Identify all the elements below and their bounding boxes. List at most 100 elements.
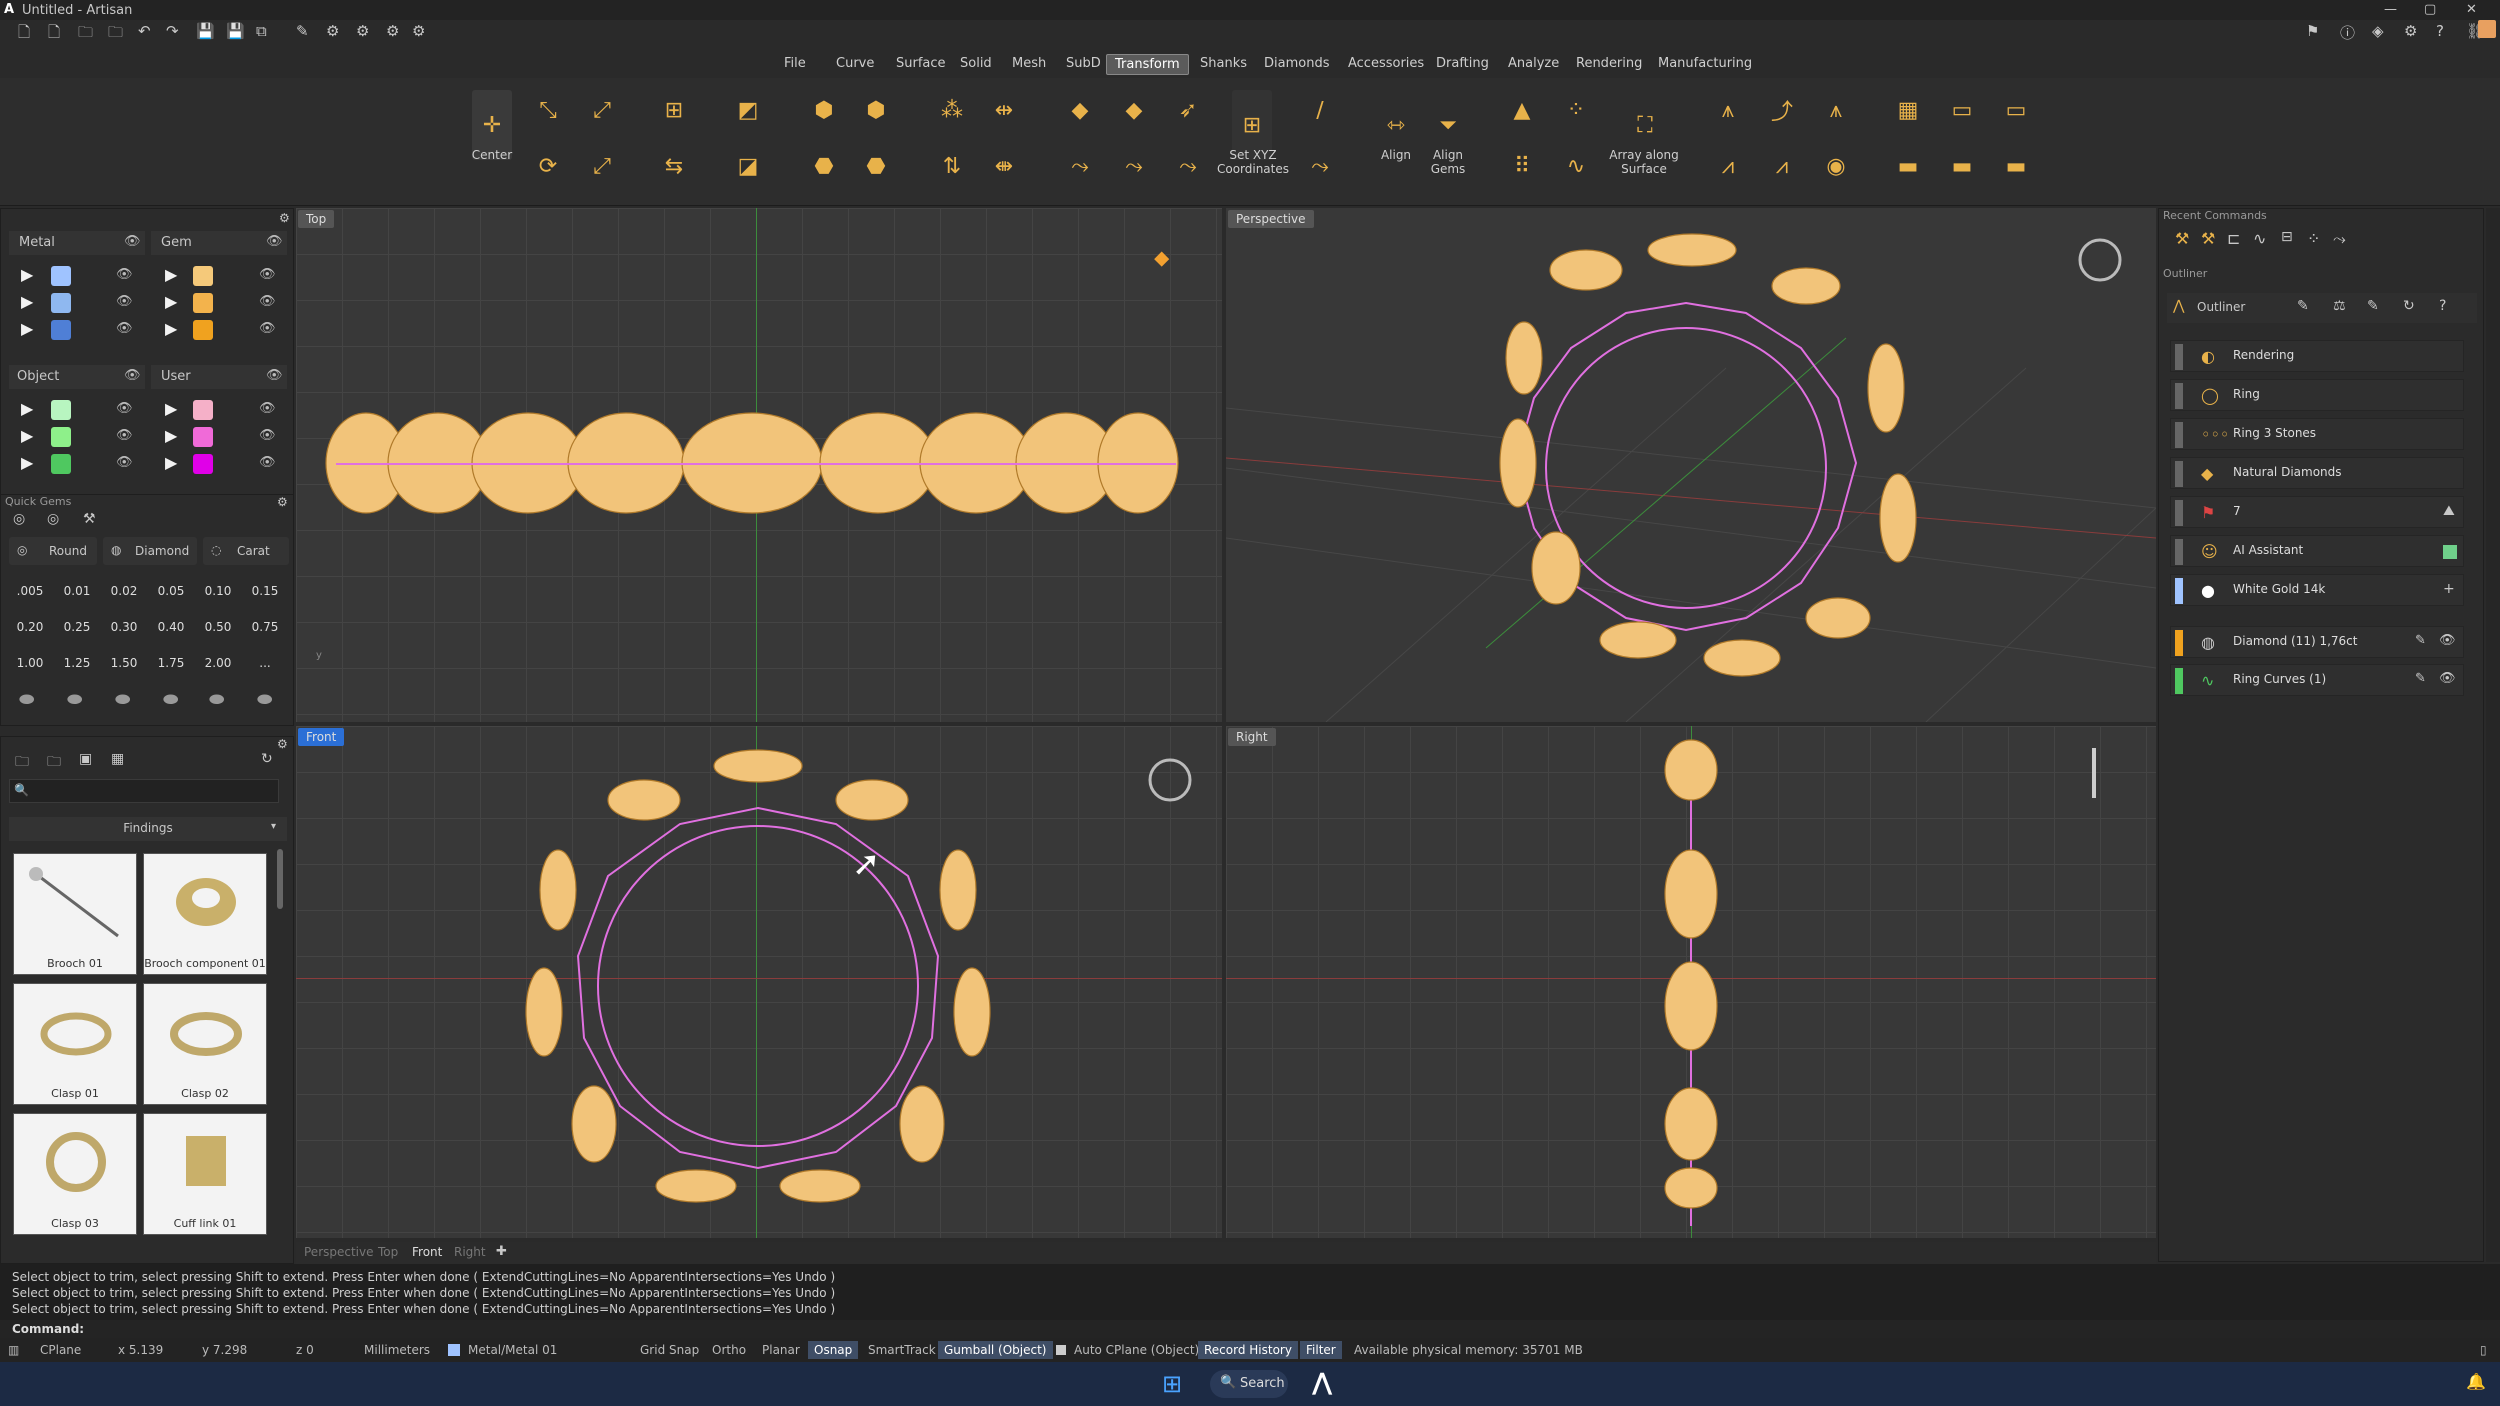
eye-icon[interactable]: 👁 <box>116 321 133 336</box>
tool-icon[interactable]: ⤳ <box>1060 146 1100 186</box>
taskbar-search[interactable]: 🔍 Search <box>1210 1370 1288 1398</box>
wave-icon[interactable]: ∿ <box>1556 146 1596 186</box>
size-button[interactable]: 0.40 <box>150 613 192 641</box>
eye-icon[interactable]: 👁 <box>116 401 133 416</box>
menu-shanks[interactable]: Shanks <box>1192 54 1255 73</box>
splop-icon[interactable]: ⬣ <box>856 146 896 186</box>
tool-icon[interactable]: ▬ <box>1888 146 1928 186</box>
menu-accessories[interactable]: Accessories <box>1340 54 1432 73</box>
distribute-icon[interactable]: ⇼ <box>984 146 1024 186</box>
grid-icon[interactable]: ▦ <box>111 751 124 767</box>
play-icon[interactable]: ▶ <box>21 319 33 338</box>
user-avatar[interactable] <box>2478 20 2496 38</box>
tool-icon[interactable]: ▭ <box>1996 90 2036 130</box>
size-button[interactable]: 0.10 <box>197 577 239 605</box>
layer-label[interactable]: Metal/Metal 01 <box>468 1343 557 1357</box>
tool-icon[interactable]: ▬ <box>1996 146 2036 186</box>
gem-preset-icon[interactable]: ⬬ <box>115 689 130 710</box>
add-icon[interactable]: + <box>2443 581 2455 597</box>
eye-icon[interactable]: 👁 <box>116 267 133 282</box>
polar-array-icon[interactable]: ⇹ <box>984 90 1024 130</box>
tab-top[interactable]: Top <box>378 1245 398 1259</box>
unit-select[interactable]: ◌ Carat <box>203 537 289 565</box>
eye-icon[interactable]: 👁 <box>124 368 141 383</box>
recent-command-icon[interactable]: ⚒ <box>2201 229 2215 248</box>
size-button[interactable]: 1.25 <box>56 649 98 677</box>
edit-icon[interactable]: ✎ <box>296 22 309 40</box>
panel-toggle-icon[interactable]: ▥ <box>8 1343 19 1357</box>
gem-tool-icon[interactable]: ◆ <box>1060 90 1100 130</box>
user-swatch-1[interactable] <box>193 400 213 420</box>
play-icon[interactable]: ▶ <box>165 265 177 284</box>
size-button[interactable]: .005 <box>9 577 51 605</box>
size-button[interactable]: 0.02 <box>103 577 145 605</box>
size-button[interactable]: 0.01 <box>56 577 98 605</box>
new-file-icon[interactable]: 🗋 <box>18 22 30 47</box>
gem-swatch-3[interactable] <box>193 320 213 340</box>
gem-preset-icon[interactable]: ⬬ <box>163 689 178 710</box>
shape-select[interactable]: ◎ Round <box>9 537 97 565</box>
folder-icon[interactable]: 🗀 <box>15 751 29 775</box>
menu-transform[interactable]: Transform <box>1106 54 1189 75</box>
user-swatch-2[interactable] <box>193 427 213 447</box>
viewport-perspective[interactable]: Perspective <box>1226 208 2156 722</box>
eye-icon[interactable]: 👁 <box>266 234 283 249</box>
export-icon[interactable]: ⧉ <box>256 22 267 40</box>
gem-preset-icon[interactable]: ⬬ <box>67 689 82 710</box>
play-icon[interactable]: ▶ <box>165 453 177 472</box>
maximize-icon[interactable]: ▢ <box>2424 2 2436 17</box>
tab-front[interactable]: Front <box>412 1245 442 1259</box>
gem-shape-icon[interactable]: ◎ <box>47 511 59 527</box>
open-recent-icon[interactable]: 🗀 <box>108 22 123 47</box>
object-swatch-3[interactable] <box>51 454 71 474</box>
layers-icon[interactable]: ◈ <box>2372 22 2384 40</box>
tool-icon[interactable]: ⤳ <box>1114 146 1154 186</box>
array-icon[interactable]: ⁂ <box>932 90 972 130</box>
play-icon[interactable]: ▶ <box>21 399 33 418</box>
viewport-front[interactable]: Front ➚ <box>296 726 1222 1238</box>
notification-icon[interactable]: 🔔 <box>2466 1372 2486 1391</box>
gem-shape-icon[interactable]: ◎ <box>13 511 25 527</box>
play-icon[interactable]: ▶ <box>165 426 177 445</box>
auto-cplane-toggle[interactable]: Auto CPlane (Object) <box>1074 1343 1199 1357</box>
menu-subd[interactable]: SubD <box>1058 54 1109 73</box>
eye-icon[interactable]: 👁 <box>266 368 283 383</box>
tab-perspective[interactable]: Perspective <box>304 1245 374 1259</box>
grid-icon[interactable]: ⠿ <box>1502 146 1542 186</box>
windows-start-icon[interactable]: ⊞ <box>1162 1370 1182 1398</box>
eye-icon[interactable]: 👁 <box>116 455 133 470</box>
size-button[interactable]: 0.30 <box>103 613 145 641</box>
category-select[interactable]: Findings ▾ <box>9 817 287 841</box>
eye-icon[interactable]: 👁 <box>116 294 133 309</box>
size-button[interactable]: 2.00 <box>197 649 239 677</box>
library-item-cuff-link-01[interactable]: Cuff link 01 <box>143 1113 267 1235</box>
redo-icon[interactable]: ↷ <box>166 22 179 40</box>
panel-toggle-icon[interactable]: ▯ <box>2480 1343 2487 1357</box>
play-icon[interactable]: ▶ <box>165 399 177 418</box>
outliner-row-natural-diamonds[interactable]: ◆ Natural Diamonds <box>2170 457 2464 489</box>
copy-icon[interactable]: ⤢ <box>582 90 622 130</box>
tool-icon[interactable]: ▦ <box>1888 90 1928 130</box>
metal-swatch-3[interactable] <box>51 320 71 340</box>
tool-icon[interactable]: ⩘ <box>1708 146 1748 186</box>
tool-icon[interactable]: ⤳ <box>1300 146 1340 186</box>
tool-icon[interactable]: ⚙ <box>356 22 369 40</box>
save-icon[interactable]: 💾 <box>196 22 215 40</box>
tool-icon[interactable]: ⩘ <box>1762 146 1802 186</box>
tool-icon[interactable]: ⚙ <box>326 22 339 40</box>
size-button[interactable]: 1.00 <box>9 649 51 677</box>
refresh-icon[interactable]: ↻ <box>261 751 273 767</box>
folder-add-icon[interactable]: 🗀 <box>47 751 61 775</box>
size-button[interactable]: 0.15 <box>244 577 286 605</box>
outliner-object-ring-curves[interactable]: ∿ Ring Curves (1) ✎ 👁 <box>2170 664 2464 696</box>
scatter-icon[interactable]: ⁘ <box>1556 90 1596 130</box>
play-icon[interactable]: ▶ <box>21 265 33 284</box>
undo-icon[interactable]: ↶ <box>138 22 151 40</box>
recent-command-icon[interactable]: ⚒ <box>2175 229 2189 248</box>
panel-settings-icon[interactable]: ⚙ <box>277 737 288 751</box>
play-icon[interactable]: ▶ <box>21 453 33 472</box>
eye-icon[interactable]: 👁 <box>116 428 133 443</box>
eye-icon[interactable]: 👁 <box>259 428 276 443</box>
menu-surface[interactable]: Surface <box>888 54 954 73</box>
size-button[interactable]: 1.75 <box>150 649 192 677</box>
